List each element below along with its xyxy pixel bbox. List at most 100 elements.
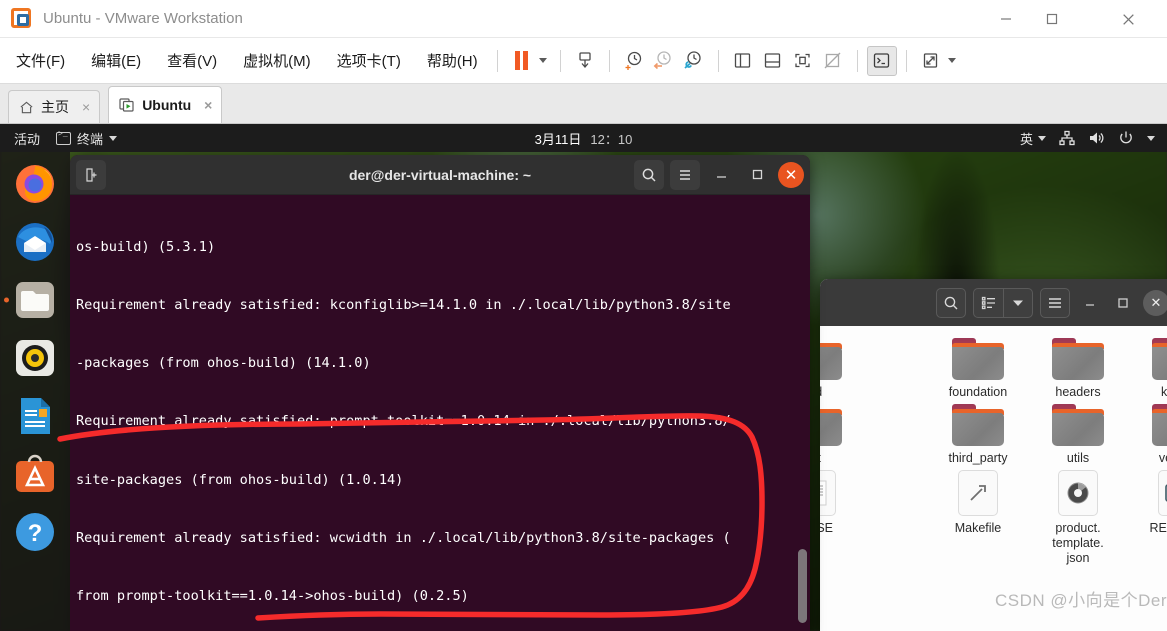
window-title-suffix: - VMware Workstation [91, 10, 242, 27]
app-menu-terminal[interactable]: 终端 [56, 129, 117, 148]
file-item-utils[interactable]: utils [1028, 400, 1128, 466]
files-maximize-button[interactable] [1110, 290, 1136, 316]
window-maximize-button[interactable] [1029, 0, 1075, 38]
terminal-new-tab-button[interactable] [76, 160, 106, 190]
terminal-output[interactable]: os-build) (5.3.1) Requirement already sa… [70, 195, 810, 631]
file-item-test[interactable]: st [820, 400, 866, 466]
fullscreen-button[interactable] [788, 46, 818, 76]
tab-ubuntu[interactable]: Ubuntu × [108, 86, 222, 123]
chevron-down-icon-system-menu[interactable] [1147, 136, 1155, 141]
file-item-build[interactable]: ild [820, 334, 866, 400]
files-list-view-button[interactable] [973, 288, 1003, 318]
chevron-down-icon [109, 136, 117, 141]
terminal-menu-button[interactable] [670, 160, 700, 190]
rhythmbox-icon [14, 337, 56, 379]
window-close-button[interactable] [1105, 0, 1151, 38]
window-minimize-button[interactable] [983, 0, 1029, 38]
activities-button[interactable]: 活动 [14, 129, 40, 148]
console-button[interactable] [867, 46, 897, 76]
file-item-label: README. md [1132, 521, 1167, 551]
dock-ubuntu-software[interactable] [13, 452, 57, 496]
menu-tabs[interactable]: 选项卡(T) [327, 46, 411, 75]
power-icon[interactable] [1118, 130, 1134, 146]
file-item-foundation[interactable]: foundation [928, 334, 1028, 400]
dock-rhythmbox[interactable] [13, 336, 57, 380]
snapshot-button[interactable] [570, 46, 600, 76]
dock-files[interactable] [13, 278, 57, 322]
terminal-line: site-packages (from ohos-build) (1.0.14) [76, 471, 802, 490]
terminal-close-button[interactable]: ✕ [778, 162, 804, 188]
files-menu-button[interactable] [1040, 288, 1070, 318]
stretch-button[interactable] [916, 46, 946, 76]
chevron-down-icon-power[interactable] [539, 58, 547, 63]
toolbar-separator [560, 50, 561, 72]
file-item-label: kernel [1132, 385, 1167, 400]
files-view-dropdown-button[interactable] [1003, 288, 1033, 318]
file-item-makefile[interactable]: Makefile [928, 466, 1028, 566]
files-view-switcher [973, 288, 1033, 318]
terminal-line: -packages (from ohos-build) (14.1.0) [76, 354, 802, 373]
folder-icon [1052, 404, 1104, 446]
tab-home[interactable]: 主页 × [8, 90, 100, 123]
panel-left-icon [733, 51, 752, 70]
dock-libreoffice-writer[interactable] [13, 394, 57, 438]
file-item-label: third_party [932, 451, 1024, 466]
window-title: Ubuntu - VMware Workstation [43, 10, 243, 27]
expand-frame-icon [793, 51, 812, 70]
chevron-down-icon-stretch[interactable] [948, 58, 956, 63]
menu-help[interactable]: 帮助(H) [417, 46, 488, 75]
tab-ubuntu-close-icon[interactable]: × [204, 97, 212, 113]
arrows-diagonal-icon [921, 51, 940, 70]
network-icon[interactable] [1059, 130, 1075, 146]
file-item-label: vendor [1132, 451, 1167, 466]
file-item-label: ENSE [820, 521, 862, 536]
menu-bar: 文件(F) 编辑(E) 查看(V) 虚拟机(M) 选项卡(T) 帮助(H) [0, 38, 1167, 84]
svg-text:?: ? [28, 520, 43, 547]
files-search-button[interactable] [936, 288, 966, 318]
terminal-search-button[interactable] [634, 160, 664, 190]
search-icon [641, 167, 657, 183]
files-close-button[interactable]: ✕ [1143, 290, 1167, 316]
dock-thunderbird[interactable] [13, 220, 57, 264]
running-indicator [4, 298, 9, 303]
input-method-indicator[interactable]: 英 [1020, 129, 1046, 148]
terminal-maximize-button[interactable] [742, 160, 772, 190]
file-item-third-party[interactable]: third_party [928, 400, 1028, 466]
suspend-button[interactable] [507, 46, 537, 76]
dock-firefox[interactable] [13, 162, 57, 206]
hamburger-icon [677, 167, 693, 183]
dock-help[interactable]: ? [13, 510, 57, 554]
terminal-titlebar: der@der-virtual-machine: ~ [70, 155, 810, 195]
show-bottom-panel-button[interactable] [758, 46, 788, 76]
new-tab-icon [83, 167, 99, 183]
tab-home-close-icon[interactable]: × [82, 99, 90, 115]
file-item-kernel[interactable]: kernel [1128, 334, 1167, 400]
menu-file[interactable]: 文件(F) [6, 46, 75, 75]
file-item-readme-md[interactable]: M↓ README. md [1128, 466, 1167, 566]
menu-vm[interactable]: 虚拟机(M) [233, 46, 321, 75]
terminal-window: der@der-virtual-machine: ~ [70, 155, 810, 631]
file-item-vendor[interactable]: vendor [1128, 400, 1167, 466]
toolbar-separator [718, 50, 719, 72]
files-window: ✕ ild foundation headers [820, 279, 1167, 631]
terminal-scrollbar[interactable] [798, 549, 807, 623]
snapshot-manager-button[interactable] [679, 46, 709, 76]
show-sidebar-button[interactable] [728, 46, 758, 76]
take-snapshot-button[interactable] [619, 46, 649, 76]
file-item-license[interactable]: ENSE [820, 466, 866, 566]
menu-edit[interactable]: 编辑(E) [81, 46, 151, 75]
folder-icon [1152, 404, 1167, 446]
revert-snapshot-button[interactable] [649, 46, 679, 76]
volume-icon[interactable] [1088, 130, 1105, 146]
terminal-minimize-button[interactable] [706, 160, 736, 190]
unity-mode-button[interactable] [818, 46, 848, 76]
file-item-headers[interactable]: headers [1028, 334, 1128, 400]
menu-view[interactable]: 查看(V) [157, 46, 227, 75]
vmware-logo-icon [11, 8, 33, 30]
file-item-product-template-json[interactable]: product. template. json [1028, 466, 1128, 566]
ubuntu-desktop: 活动 终端 3月11日 12：10 英 [0, 124, 1167, 631]
folder-icon [1152, 338, 1167, 380]
markdown-file-icon: M↓ [1158, 470, 1167, 516]
clock[interactable]: 3月11日 12：10 [0, 129, 1167, 148]
files-minimize-button[interactable] [1077, 290, 1103, 316]
